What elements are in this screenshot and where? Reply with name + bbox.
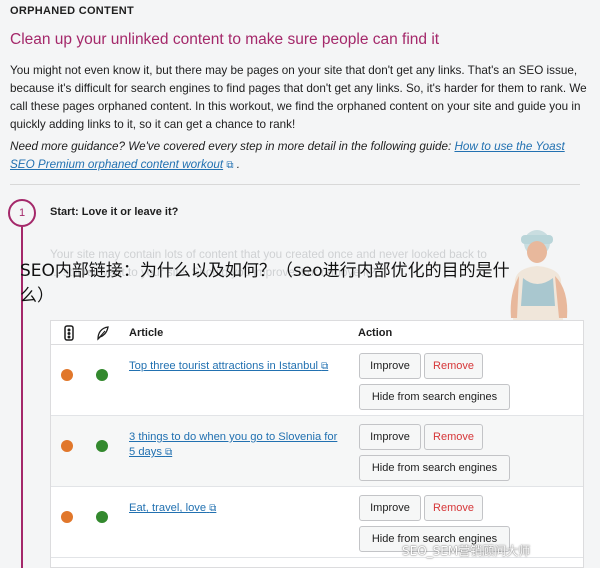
step-number: 1	[8, 199, 36, 227]
readability-indicator	[96, 369, 108, 381]
table-row: Top three tourist attractions in Istanbu…	[51, 345, 583, 416]
divider	[10, 184, 580, 185]
external-link-icon: ⧉	[165, 447, 173, 458]
orphaned-content-table: Article Action Top three tourist attract…	[50, 320, 584, 568]
improve-button[interactable]: Improve	[359, 495, 421, 521]
remove-button[interactable]: Remove	[424, 495, 483, 521]
external-link-icon: ⧉	[321, 361, 329, 372]
article-link[interactable]: Top three tourist attractions in Istanbu…	[129, 359, 339, 374]
guidance-text: Need more guidance? We've covered every …	[10, 138, 592, 175]
table-header: Article Action	[51, 321, 583, 345]
hide-from-search-button[interactable]: Hide from search engines	[359, 455, 510, 481]
col-article: Article	[129, 327, 164, 339]
article-link[interactable]: Eat, travel, love ⧉	[129, 501, 339, 516]
overlay-title: SEO内部链接：为什么以及如何？（seo进行内部优化的目的是什么）	[20, 261, 510, 306]
seo-score-indicator	[61, 369, 73, 381]
remove-button[interactable]: Remove	[424, 424, 483, 450]
section-label: ORPHANED CONTENT	[10, 5, 134, 17]
step-title: Start: Love it or leave it?	[50, 206, 179, 218]
headline: Clean up your unlinked content to make s…	[10, 31, 440, 48]
seo-score-indicator	[61, 511, 73, 523]
guidance-lead: Need more guidance? We've covered every …	[10, 140, 455, 153]
article-link[interactable]: 3 things to do when you go to Slovenia f…	[129, 430, 339, 460]
readability-indicator	[96, 511, 108, 523]
improve-button[interactable]: Improve	[359, 353, 421, 379]
traffic-light-icon	[64, 325, 74, 341]
table-row: 3 things to do when you go to Slovenia f…	[51, 416, 583, 487]
readability-indicator	[96, 440, 108, 452]
feather-icon	[97, 326, 109, 341]
watermark: SEO_SEM营销顾问大师	[402, 544, 531, 558]
guidance-trail: .	[233, 158, 240, 171]
workout-page: ORPHANED CONTENT Clean up your unlinked …	[0, 0, 600, 568]
improve-button[interactable]: Improve	[359, 424, 421, 450]
seo-score-indicator	[61, 440, 73, 452]
col-action: Action	[358, 327, 393, 339]
remove-button[interactable]: Remove	[424, 353, 483, 379]
external-link-icon: ⧉	[209, 503, 217, 514]
hide-from-search-button[interactable]: Hide from search engines	[359, 384, 510, 410]
intro-text: You might not even know it, but there ma…	[10, 64, 587, 131]
